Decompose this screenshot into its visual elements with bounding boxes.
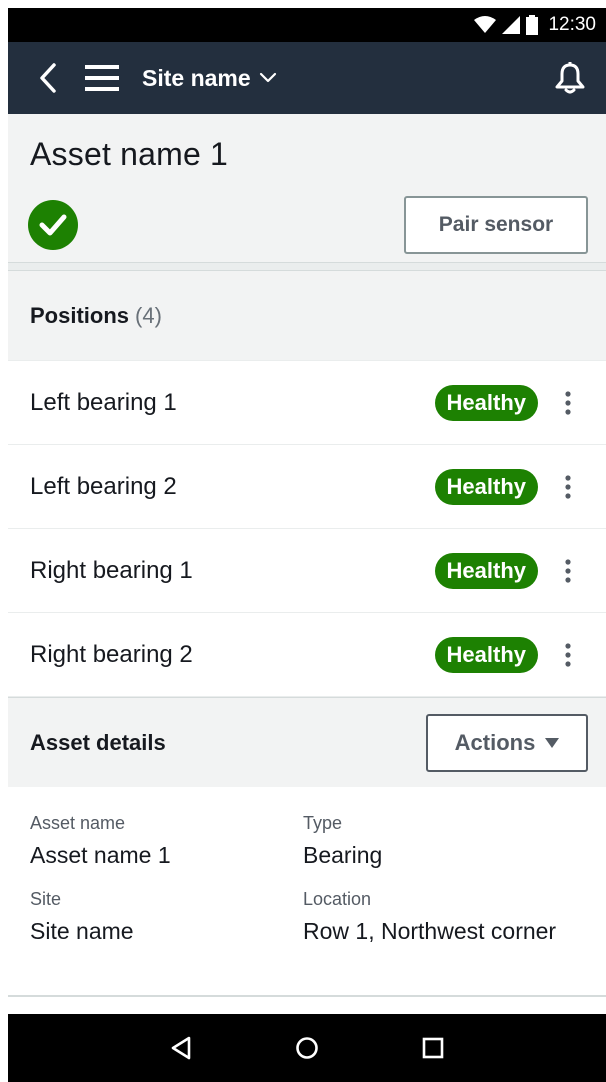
checkmark-icon [39,214,67,236]
positions-count: (4) [135,302,162,328]
detail-value: Row 1, Northwest corner [303,918,557,944]
chevron-down-icon [259,72,276,83]
nav-recents-button[interactable] [413,1028,453,1068]
nav-back-icon [171,1036,191,1060]
caret-down-icon [545,737,560,748]
status-icons [474,15,539,35]
details-grid: Asset name Asset name 1 Type Bearing Sit… [30,813,588,945]
actions-dropdown-button[interactable]: Actions [426,713,588,772]
detail-value: Site name [30,918,134,944]
menu-button[interactable] [84,58,120,98]
back-button[interactable] [34,58,62,98]
site-name: Site name [142,64,251,91]
detail-value: Asset name 1 [30,842,171,868]
site-selector[interactable]: Site name [142,65,277,92]
kebab-icon[interactable] [548,467,588,507]
notifications-button[interactable] [550,58,590,98]
signal-icon [502,16,521,34]
nav-home-button[interactable] [287,1028,327,1068]
app-screen: 12:30 Site name Asset name 1 Pair sensor [8,8,606,1082]
nav-back-button[interactable] [161,1028,201,1068]
detail-label: Site [30,889,62,909]
page-title: Asset name 1 [30,136,229,172]
nav-recents-icon [422,1037,444,1059]
position-row[interactable]: Left bearing 2 Healthy [8,445,606,529]
positions-header: Positions (4) [8,271,606,361]
status-badge: Healthy [434,552,538,589]
detail-location: Location Row 1, Northwest corner [303,889,588,945]
section-divider [8,263,606,271]
position-row[interactable]: Right bearing 2 Healthy [8,613,606,697]
detail-label: Asset name [30,813,126,833]
kebab-icon[interactable] [548,551,588,591]
status-badge: Healthy [434,468,538,505]
status-indicator [28,200,78,250]
asset-details-title: Asset details [30,729,166,755]
wifi-icon [474,16,497,34]
nav-home-icon [296,1037,318,1059]
status-bar: 12:30 [8,8,606,42]
kebab-icon[interactable] [548,383,588,423]
asset-header: Asset name 1 Pair sensor [8,114,606,263]
detail-site: Site Site name [30,889,303,945]
top-navigation: Site name [8,42,606,114]
menu-icon [85,65,119,91]
position-name: Right bearing 2 [30,640,193,668]
position-name: Right bearing 1 [30,556,193,584]
detail-label: Location [303,889,372,909]
position-name: Left bearing 2 [30,472,177,500]
bell-icon [555,62,585,94]
status-badge: Healthy [434,384,538,421]
position-row[interactable]: Left bearing 1 Healthy [8,361,606,445]
asset-details-body: Asset name Asset name 1 Type Bearing Sit… [8,787,606,997]
status-badge: Healthy [434,636,538,673]
back-arrow-icon [40,63,56,93]
battery-icon [526,15,539,35]
positions-title: Positions [30,302,130,328]
kebab-icon[interactable] [548,635,588,675]
actions-label: Actions [454,729,536,755]
detail-label: Type [303,813,343,833]
detail-value: Bearing [303,842,383,868]
system-navigation-bar [8,1014,606,1082]
position-name: Left bearing 1 [30,388,177,416]
pair-sensor-button[interactable]: Pair sensor [404,196,588,254]
detail-asset-name: Asset name Asset name 1 [30,813,303,869]
asset-details-header: Asset details Actions [8,697,606,787]
status-time: 12:30 [548,14,596,35]
position-row[interactable]: Right bearing 1 Healthy [8,529,606,613]
detail-type: Type Bearing [303,813,588,869]
